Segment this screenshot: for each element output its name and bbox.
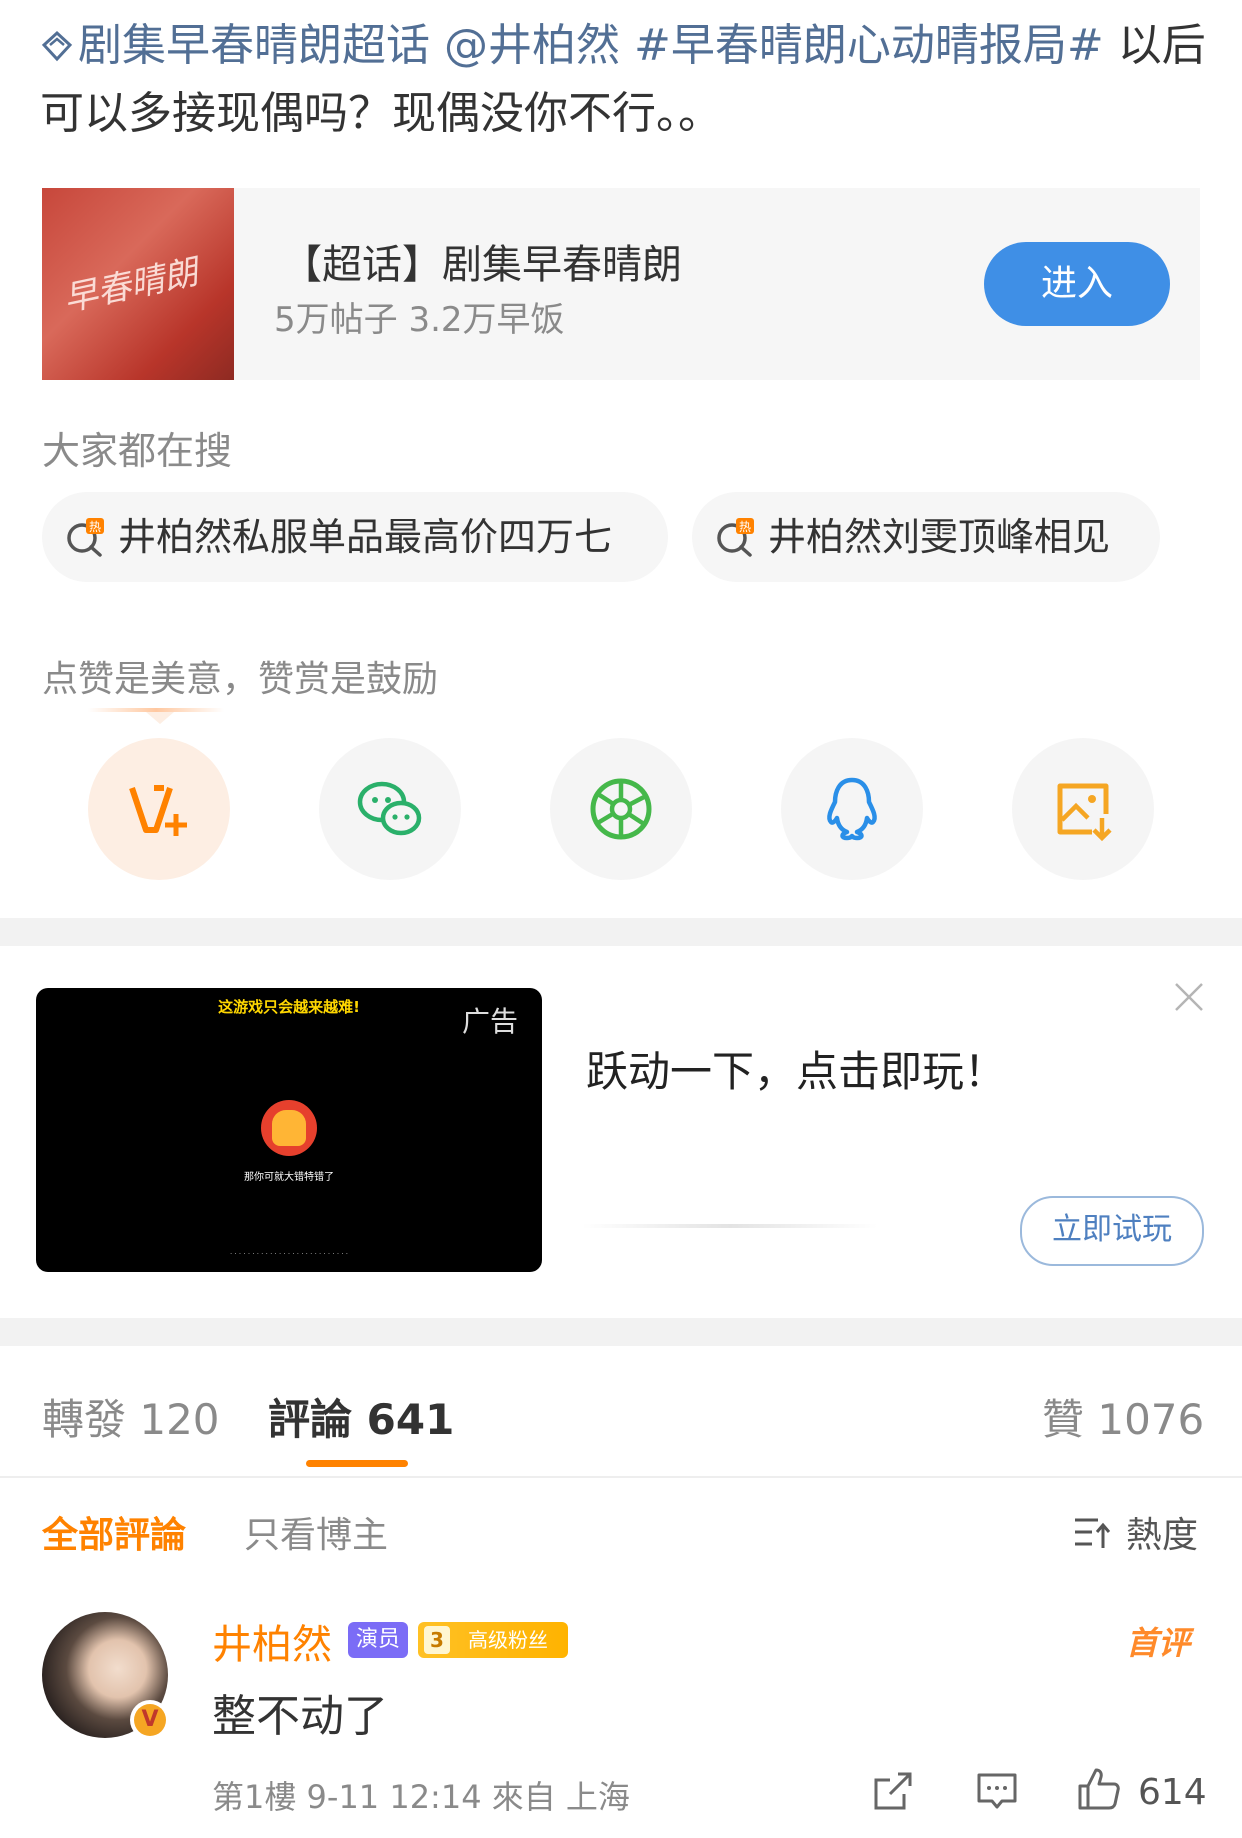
comment-text: 整不动了: [212, 1691, 388, 1742]
first-comment-badge: 首评: [1126, 1624, 1191, 1662]
qq-icon: [827, 777, 877, 841]
share-wechat-button[interactable]: [319, 738, 461, 880]
reward-label: 点赞是美意，赞赏是鼓励: [42, 659, 439, 700]
hot-search-text: 井柏然私服单品最高价四万七: [118, 515, 613, 559]
mention-link[interactable]: @井柏然: [444, 20, 620, 71]
post-text: 剧集早春晴朗超话 @井柏然 #早春晴朗心动晴报局# 以后可以多接现偶吗？现偶没你…: [40, 12, 1210, 148]
filter-all-comments[interactable]: 全部評論: [42, 1506, 186, 1558]
section-divider: [0, 918, 1242, 946]
ad-video[interactable]: 这游戏只会越来越难! 广告 那你可就大错特错了 · · · · · · · · …: [36, 988, 542, 1272]
reward-caret: [146, 712, 174, 724]
hot-search-icon: 热: [717, 518, 754, 557]
ad-tag: 广告: [462, 1005, 519, 1038]
try-now-button[interactable]: 立即试玩: [1020, 1196, 1204, 1266]
ad-progress-line: [582, 1224, 878, 1228]
sort-label[interactable]: 熱度: [1126, 1506, 1198, 1558]
ad-video-subtitle: 那你可就大错特错了: [244, 1172, 334, 1183]
ad-headline[interactable]: 跃动一下，点击即玩！: [586, 1038, 1006, 1099]
svg-text:热: 热: [739, 520, 751, 534]
share-moments-button[interactable]: [550, 738, 692, 880]
fan-level-badge: 3 高级粉丝: [418, 1622, 568, 1658]
close-icon[interactable]: [1172, 980, 1206, 1014]
v-plus-icon: [129, 785, 187, 836]
fan-level-number: 3: [424, 1626, 450, 1654]
fan-level-label: 高级粉丝: [468, 1628, 548, 1652]
supertopic-icon: [41, 30, 73, 62]
share-qq-button[interactable]: [781, 738, 923, 880]
supertopic-thumbnail: 早春晴朗: [42, 188, 234, 380]
hot-search-item[interactable]: 热 井柏然刘雯顶峰相见: [692, 492, 1160, 582]
share-icon[interactable]: [872, 1770, 914, 1812]
ad-video-footer: · · · · · · · · · · · · · · · · · · · · …: [230, 1250, 348, 1258]
hot-search-text: 井柏然刘雯顶峰相见: [768, 515, 1111, 559]
supertopic-card[interactable]: 早春晴朗 【超话】剧集早春晴朗 5万帖子 3.2万早饭 进入: [42, 188, 1200, 380]
tabs-divider: [0, 1476, 1242, 1478]
tab-comments[interactable]: 評論 641: [268, 1386, 454, 1447]
hashtag-link[interactable]: #早春晴朗心动晴报局#: [634, 20, 1104, 71]
save-image-button[interactable]: [1012, 738, 1154, 880]
supertopic-title: 【超话】剧集早春晴朗: [282, 242, 682, 288]
moments-icon: [590, 778, 652, 840]
like-count: 614: [1138, 1772, 1207, 1813]
wechat-icon: [357, 781, 422, 836]
reward-button[interactable]: [88, 738, 230, 880]
comment-meta: 第1樓 9-11 12:14 來自 上海: [212, 1778, 630, 1816]
tab-reposts[interactable]: 轉發 120: [42, 1386, 220, 1447]
comment-icon[interactable]: [976, 1770, 1018, 1812]
commenter-name[interactable]: 井柏然: [212, 1612, 332, 1670]
ad-mascot-face: [272, 1110, 306, 1146]
thumbnail-logo: 早春晴朗: [60, 252, 202, 320]
sort-icon[interactable]: [1072, 1512, 1112, 1552]
hot-search-item[interactable]: 热 井柏然私服单品最高价四万七: [42, 492, 668, 582]
role-tag: 演员: [348, 1622, 409, 1658]
supertopic-text: 剧集早春晴朗超话: [78, 20, 430, 71]
filter-author-only[interactable]: 只看博主: [244, 1506, 388, 1558]
verified-badge: V: [134, 1704, 166, 1736]
section-divider: [0, 1318, 1242, 1346]
active-tab-indicator: [306, 1460, 408, 1467]
svg-text:热: 热: [89, 520, 101, 534]
enter-button[interactable]: 进入: [984, 242, 1170, 326]
supertopic-link[interactable]: 剧集早春晴朗超话: [40, 20, 444, 71]
tab-likes[interactable]: 贊 1076: [1042, 1386, 1204, 1447]
like-icon[interactable]: [1076, 1766, 1122, 1812]
hot-search-icon: 热: [67, 518, 104, 557]
hot-search-label: 大家都在搜: [42, 429, 233, 473]
supertopic-stats: 5万帖子 3.2万早饭: [274, 300, 565, 340]
save-image-icon: [1057, 783, 1112, 842]
